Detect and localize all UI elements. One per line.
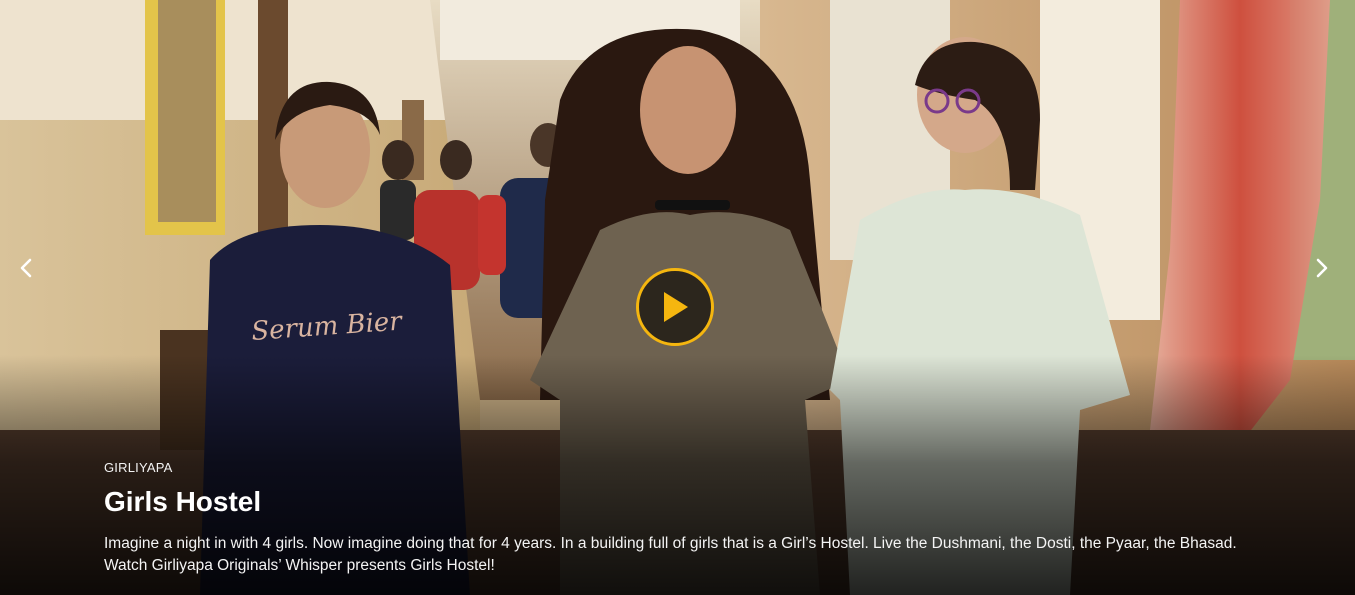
chevron-right-icon — [1316, 258, 1328, 278]
show-description: Imagine a night in with 4 girls. Now ima… — [104, 535, 1237, 574]
play-button[interactable] — [636, 268, 714, 346]
hero-caption: GIRLIYAPA Girls Hostel Imagine a night i… — [104, 460, 1264, 577]
channel-label[interactable]: GIRLIYAPA — [104, 460, 1264, 475]
show-title[interactable]: Girls Hostel — [104, 485, 1264, 519]
carousel-next-button[interactable] — [1306, 252, 1338, 284]
play-icon — [664, 292, 688, 322]
chevron-left-icon — [20, 258, 32, 278]
carousel-prev-button[interactable] — [10, 252, 42, 284]
hero-banner[interactable]: Serum Bier GIRLIYAPA Girls Hostel Imagin… — [0, 0, 1355, 595]
